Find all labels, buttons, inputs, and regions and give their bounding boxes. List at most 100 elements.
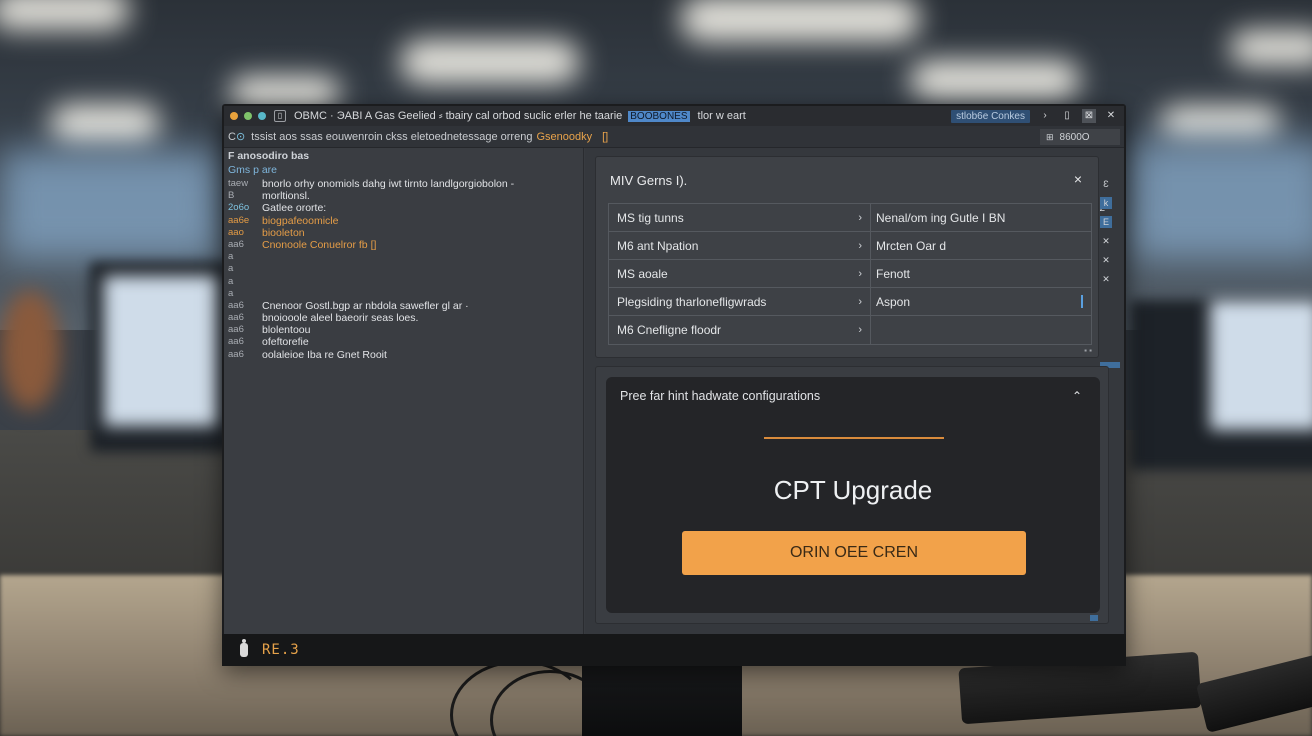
settings-table: 2 MS tig tunns› Nenal/om ing Gutle I BN … [608, 203, 1105, 345]
toolbar-status-icon: ⊙ [235, 131, 246, 143]
title-suffix: tlor w eart [697, 110, 746, 122]
row-label-cell: MS aoale › [609, 260, 871, 287]
side-toolbar: Ɛ k E ✕ ✕ ✕ [1100, 178, 1114, 285]
code-line: aa6 ofeftorefie [228, 336, 514, 348]
upgrade-title: CPT Upgrade [773, 475, 933, 505]
line-number: aao [228, 226, 244, 238]
code-line: taew bnorlo orhy onomiols dahg iwt tirnto… [228, 178, 514, 190]
settings-dialog: MIV Gerns I). × 2 MS tig tunns› Nenal/om… [595, 156, 1105, 358]
row-label: MS aoale [617, 267, 668, 281]
line-number: aa6e [228, 214, 250, 226]
row-label: Plegsiding tharlonefligwrads [617, 295, 767, 309]
split-icon[interactable]: ⊠ [1082, 109, 1096, 123]
toolbar-bracket-icon[interactable]: [] [602, 131, 608, 143]
toolbar: C ⊙ tssist aos ssas eouwenroin ckss elet… [224, 126, 1124, 148]
table-row[interactable]: M6 ant Npation › Mrcten Oar d [609, 232, 1091, 260]
row-label-cell: M6 ant Npation › [609, 232, 871, 259]
code-line: aa6 Cnonoole Conuelror fb [] [228, 239, 514, 251]
table-row[interactable]: MS aoale › Fenott [609, 260, 1091, 288]
code-text: biooleton [262, 226, 305, 239]
field-icon: ⊞ [1046, 132, 1054, 142]
code-panel: F anosodiro bas Gms p are taew bnorlo orh… [224, 148, 584, 634]
tool-icon[interactable]: Ɛ [1100, 178, 1112, 190]
code-line: a [228, 263, 514, 275]
code-text: Cnonoole Conuelror fb [] [262, 238, 377, 251]
row-label-cell: Plegsiding tharlonefligwrads › [609, 288, 871, 315]
close-icon[interactable]: ✕ [1100, 273, 1112, 285]
code-line: aa6 Cnenoor Gostl.bgp ar nbdola sawefler … [228, 300, 514, 312]
upgrade-card: Pree far hint hadwate configurations ⌃ C… [606, 377, 1100, 613]
code-line: a [228, 288, 514, 300]
window-maximize-dot[interactable] [258, 112, 266, 120]
title-highlight-tag: BOOBONES [628, 110, 690, 122]
row-label: M6 ant Npation [617, 239, 699, 253]
code-lines: taew bnorlo orhy onomiols dahg iwt tirnto… [228, 178, 514, 361]
row-value-input[interactable]: Aspon [871, 288, 1091, 315]
ceiling-light [50, 104, 160, 144]
line-number: a [228, 263, 234, 275]
close-icon[interactable]: ✕ [1100, 254, 1112, 266]
right-area: MIV Gerns I). × 2 MS tig tunns› Nenal/om… [585, 148, 1124, 634]
table-row[interactable]: MS tig tunns › Nenal/om ing Gutle I BN [609, 204, 1091, 232]
line-number: aa6 [228, 348, 244, 360]
code-text: Gatlee ororte: [262, 202, 327, 215]
upgrade-panel: Pree far hint hadwate configurations ⌃ C… [595, 366, 1109, 624]
chevron-right-icon[interactable]: › [1038, 109, 1052, 123]
code-line: a [228, 276, 514, 288]
close-icon[interactable]: ✕ [1104, 109, 1118, 123]
line-number: a [228, 275, 234, 287]
ceiling-light [680, 0, 920, 42]
toolbar-field-value: 8600O [1059, 132, 1090, 143]
toolbar-text: tssist aos ssas eouwenroin ckss eletoedn… [251, 130, 533, 143]
code-text: morltionsl. [262, 190, 310, 203]
ceiling-light [400, 40, 580, 84]
row-label: MS tig tunns [617, 211, 684, 225]
chevron-up-icon[interactable]: ⌃ [1072, 389, 1082, 403]
code-text: biogpafeoomicle [262, 214, 339, 227]
window-title: OBMC · ЭABI A Gas Geelied ⸗ tbairy cal o… [294, 110, 623, 122]
bezel-label: RE.3 [262, 642, 300, 658]
row-value: Nenal/om ing Gutle I BN [876, 211, 1006, 225]
code-line: a [228, 251, 514, 263]
code-text: blolentoou [262, 324, 311, 337]
background-monitor-screen [104, 276, 218, 426]
toolbar-field[interactable]: ⊞ 8600O [1040, 129, 1120, 145]
code-heading: F anosodiro bas [228, 150, 310, 162]
code-text: Cnenoor Gostl.bgp ar nbdola sawefler gl … [262, 299, 469, 312]
line-number: aa6 [228, 238, 244, 250]
background-person [0, 290, 60, 410]
row-value: Mrcten Oar d [876, 239, 947, 253]
title-right-pill[interactable]: stlob6e Conkes [951, 109, 1030, 123]
code-line: aao biooleton [228, 227, 514, 239]
tool-icon[interactable]: k [1100, 197, 1112, 209]
toolbar-prefix[interactable]: C [228, 131, 236, 143]
table-row[interactable]: M6 Cnefligne floodr › [609, 316, 1091, 344]
window-close-dot[interactable] [230, 112, 238, 120]
toolbar-accent-label[interactable]: Gsenoodky [536, 131, 592, 143]
close-icon[interactable]: ✕ [1100, 235, 1112, 247]
row-label-cell: MS tig tunns › [609, 204, 871, 231]
row-value: Fenott [876, 267, 911, 281]
tool-icon[interactable]: E [1100, 216, 1112, 228]
table-row[interactable]: Plegsiding tharlonefligwrads › Aspon [609, 288, 1091, 316]
panel-toggle-icon[interactable]: ▯ [274, 110, 286, 122]
code-text: bnorlo orhy onomiols dahg iwt tirnto lan… [262, 178, 515, 190]
title-bar-controls: stlob6e Conkes › ▯ ⊠ ✕ [951, 109, 1118, 123]
code-text: bnoiooole aleel baeorir seas loes. [262, 312, 419, 325]
window-minimize-dot[interactable] [244, 112, 252, 120]
row-label: M6 Cnefligne floodr [617, 323, 722, 337]
window-icon[interactable]: ▯ [1060, 109, 1074, 123]
code-line: Bmorltionsl. [228, 190, 514, 202]
row-value: Aspon [876, 295, 911, 309]
line-number: B [228, 190, 235, 202]
ceiling-light [1160, 106, 1280, 140]
code-line: aa6e biogpafeoomicle [228, 215, 514, 227]
title-bar: ▯ OBMC · ЭABI A Gas Geelied ⸗ tbairy cal… [224, 106, 1124, 126]
ceiling-light [0, 0, 130, 30]
close-icon[interactable]: × [1074, 171, 1082, 187]
background-window [1130, 140, 1312, 260]
upgrade-button[interactable]: ORIN OEE CREN [682, 531, 1026, 575]
code-line: 2o6o Gatlee ororte: [228, 202, 514, 214]
line-number: a [228, 287, 234, 299]
line-number: aa6 [228, 299, 244, 311]
